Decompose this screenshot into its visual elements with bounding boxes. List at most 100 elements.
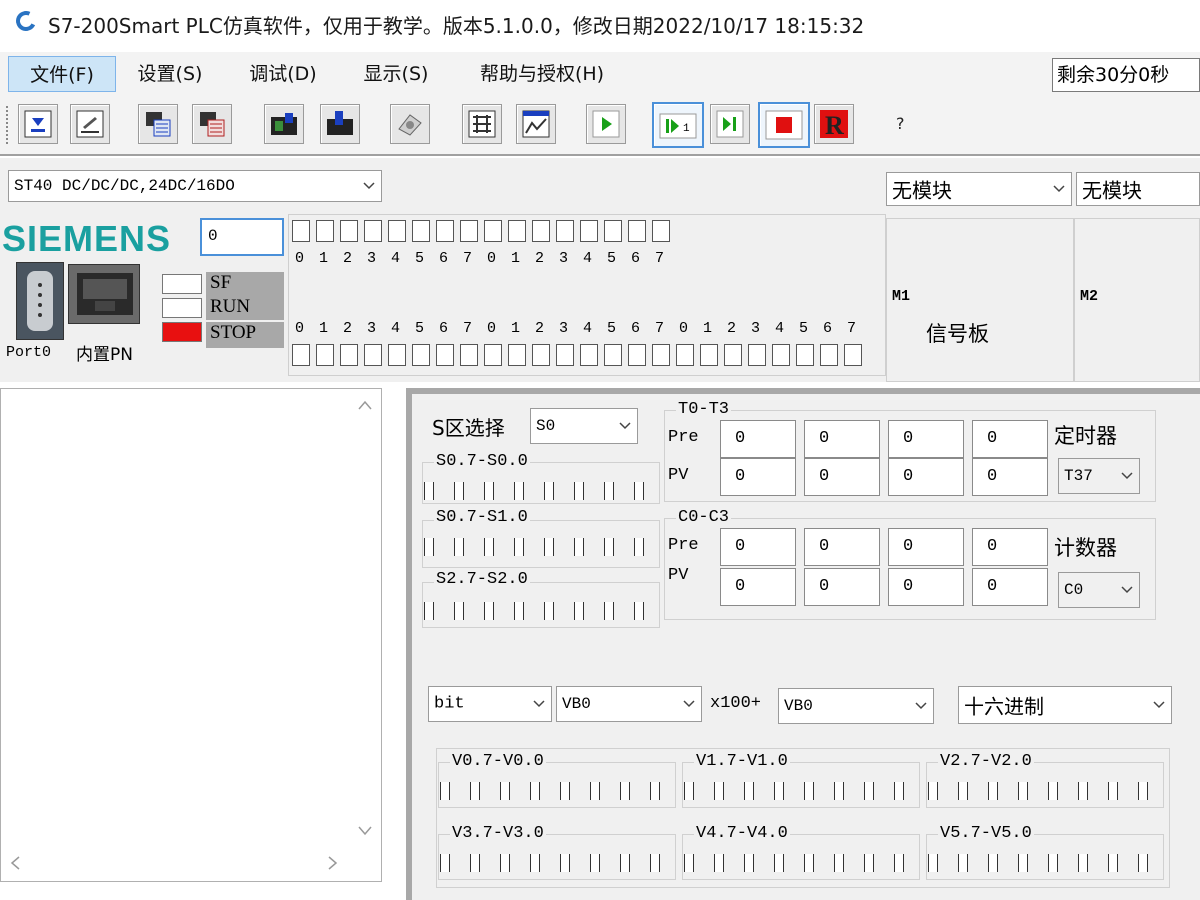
toolbar-grip[interactable]: [6, 106, 9, 144]
counter-pre-0[interactable]: 0: [720, 528, 796, 566]
counter-pre-2[interactable]: 0: [888, 528, 964, 566]
play-icon: [592, 110, 620, 138]
counter-pv-0[interactable]: 0: [720, 568, 796, 606]
counter-pv-2[interactable]: 0: [888, 568, 964, 606]
output-bit-box: [340, 344, 358, 366]
counter-pre-label: Pre: [668, 536, 699, 555]
about-button[interactable]: ?: [896, 114, 905, 133]
step-one-icon: 1: [659, 113, 697, 139]
input-bit-box[interactable]: [436, 220, 454, 242]
program-button[interactable]: [462, 104, 502, 144]
counter-pre-3[interactable]: 0: [972, 528, 1048, 566]
input-bit-box[interactable]: [460, 220, 478, 242]
s-group-2-bits[interactable]: [424, 538, 664, 556]
plc-up-icon: [271, 113, 297, 135]
app-logo-icon: [13, 8, 39, 34]
run-button[interactable]: [586, 104, 626, 144]
counter-pre-1[interactable]: 0: [804, 528, 880, 566]
vmem-offset-select[interactable]: VB0: [778, 688, 934, 724]
vmem-bit-row[interactable]: [440, 782, 680, 800]
reset-button[interactable]: R: [814, 104, 854, 144]
vmem-format-select[interactable]: 十六进制: [958, 686, 1172, 724]
s-group-2-title: S0.7-S1.0: [434, 508, 530, 527]
output-bit-label: 1: [703, 320, 713, 337]
timer-pre-0[interactable]: 0: [720, 420, 796, 458]
output-bit-label: 4: [583, 320, 593, 337]
input-bit-box[interactable]: [364, 220, 382, 242]
vmem-bit-row[interactable]: [928, 782, 1168, 800]
timer-pre-1[interactable]: 0: [804, 420, 880, 458]
cpu-model-select[interactable]: ST40 DC/DC/DC,24DC/16DO: [8, 170, 382, 202]
s-group-3-bits[interactable]: [424, 602, 664, 620]
scroll-left-icon[interactable]: [9, 855, 21, 871]
vmem-bit-row[interactable]: [684, 782, 924, 800]
menu-help[interactable]: 帮助与授权(H): [460, 56, 624, 92]
step-button[interactable]: [710, 104, 750, 144]
vmem-bit-row[interactable]: [928, 854, 1168, 872]
vmem-group-title: V4.7-V4.0: [694, 824, 790, 843]
input-bit-box[interactable]: [628, 220, 646, 242]
s-group-1-title: S0.7-S0.0: [434, 452, 530, 471]
upload-plc-button[interactable]: [264, 104, 304, 144]
input-bit-box[interactable]: [604, 220, 622, 242]
output-bit-label: 6: [823, 320, 833, 337]
timer-pv-1[interactable]: 0: [804, 458, 880, 496]
load-table-button[interactable]: [192, 104, 232, 144]
address-input[interactable]: 0: [200, 218, 284, 256]
m2-module-select[interactable]: 无模块: [1076, 172, 1200, 206]
input-bit-label: 5: [607, 250, 617, 267]
download-plc-button[interactable]: [320, 104, 360, 144]
timer-select-value: T37: [1064, 467, 1093, 485]
menu-file[interactable]: 文件(F): [8, 56, 116, 92]
input-bit-box[interactable]: [556, 220, 574, 242]
input-bit-box[interactable]: [340, 220, 358, 242]
step-cycle-button[interactable]: 1: [652, 102, 704, 148]
menu-settings[interactable]: 设置(S): [124, 56, 216, 92]
title-bar: S7-200Smart PLC仿真软件，仅用于教学。版本5.1.0.0，修改日期…: [0, 0, 1200, 44]
input-bit-box[interactable]: [532, 220, 550, 242]
project-tree[interactable]: [0, 388, 382, 882]
timer-pre-2[interactable]: 0: [888, 420, 964, 458]
s-group-1-bits[interactable]: [424, 482, 664, 500]
vmem-type-select[interactable]: bit: [428, 686, 552, 722]
open-table-button[interactable]: [138, 104, 178, 144]
vmem-base-select[interactable]: VB0: [556, 686, 702, 722]
output-bit-box: [796, 344, 814, 366]
vmem-bit-row[interactable]: [440, 854, 680, 872]
m1-module-select[interactable]: 无模块: [886, 172, 1072, 206]
scroll-right-icon[interactable]: [327, 855, 339, 871]
output-bit-box: [508, 344, 526, 366]
timer-pre-3[interactable]: 0: [972, 420, 1048, 458]
scroll-down-icon[interactable]: [357, 825, 373, 837]
input-bit-box[interactable]: [484, 220, 502, 242]
input-bit-box[interactable]: [316, 220, 334, 242]
counter-pv-3[interactable]: 0: [972, 568, 1048, 606]
input-bit-box[interactable]: [388, 220, 406, 242]
counter-pv-label: PV: [668, 566, 689, 585]
vmem-bit-row[interactable]: [684, 854, 924, 872]
input-bit-box[interactable]: [652, 220, 670, 242]
download-button[interactable]: [18, 104, 58, 144]
edit-button[interactable]: [70, 104, 110, 144]
timer-pv-0[interactable]: 0: [720, 458, 796, 496]
scroll-up-icon[interactable]: [357, 399, 373, 411]
network-button[interactable]: [390, 104, 430, 144]
counter-select[interactable]: C0: [1058, 572, 1140, 608]
timer-pv-2[interactable]: 0: [888, 458, 964, 496]
trial-timer: 剩余30分0秒: [1052, 58, 1200, 92]
menu-debug[interactable]: 调试(D): [234, 56, 332, 92]
timer-pv-3[interactable]: 0: [972, 458, 1048, 496]
sf-led: [162, 274, 202, 294]
chart-button[interactable]: [516, 104, 556, 144]
input-bit-box[interactable]: [412, 220, 430, 242]
counter-pv-1[interactable]: 0: [804, 568, 880, 606]
input-bit-box[interactable]: [292, 220, 310, 242]
s-area-select[interactable]: S0: [530, 408, 638, 444]
input-bit-box[interactable]: [508, 220, 526, 242]
stop-button[interactable]: [758, 102, 810, 148]
plc-down-icon: [327, 111, 353, 135]
input-bit-box[interactable]: [580, 220, 598, 242]
menu-view[interactable]: 显示(S): [348, 56, 444, 92]
timer-select[interactable]: T37: [1058, 458, 1140, 494]
output-bit-box: [724, 344, 742, 366]
